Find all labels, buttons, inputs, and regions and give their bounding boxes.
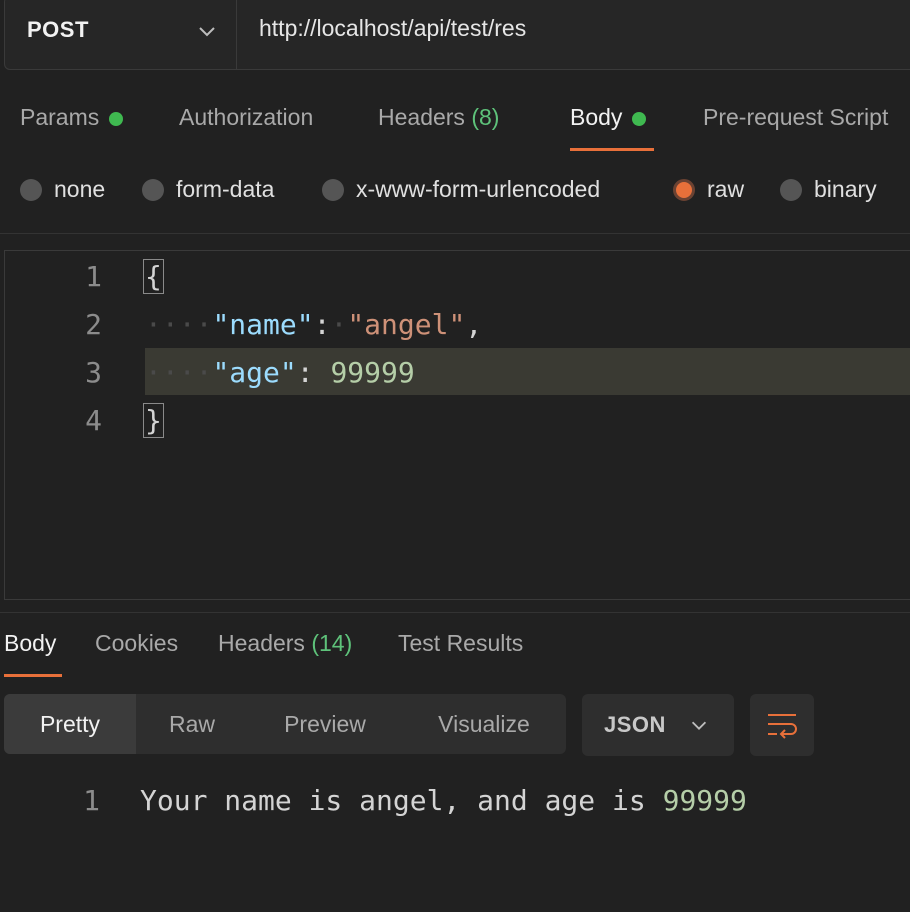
json-colon: : bbox=[313, 308, 331, 341]
format-dropdown[interactable]: JSON bbox=[582, 694, 734, 756]
line-number: 3 bbox=[85, 356, 102, 389]
radio-x-www-form-urlencoded[interactable]: x-www-form-urlencoded bbox=[322, 176, 600, 203]
json-key-name: "name" bbox=[212, 308, 314, 341]
view-mode-selector: Pretty Raw Preview Visualize bbox=[4, 694, 566, 754]
response-body-text: Your name is angel, and age is 99999 bbox=[140, 784, 747, 817]
radio-binary[interactable]: binary bbox=[780, 176, 877, 203]
view-raw-button[interactable]: Raw bbox=[136, 694, 248, 754]
code-line-1: { bbox=[143, 259, 164, 294]
status-dot-icon bbox=[109, 111, 124, 126]
line-number: 4 bbox=[85, 404, 102, 437]
tab-headers[interactable]: Headers (8) bbox=[378, 104, 499, 131]
radio-form-data-label: form-data bbox=[176, 176, 275, 202]
code-line-4: } bbox=[143, 403, 164, 438]
indent-whitespace: ···· bbox=[145, 308, 213, 341]
response-tab-test-results[interactable]: Test Results bbox=[398, 630, 523, 657]
tab-pre-request-script[interactable]: Pre-request Script bbox=[703, 104, 888, 131]
method-selector[interactable]: POST bbox=[5, 0, 237, 69]
radio-none-label: none bbox=[54, 176, 106, 202]
code-editor[interactable] bbox=[4, 250, 910, 600]
radio-form-data[interactable]: form-data bbox=[142, 176, 274, 203]
active-tab-underline bbox=[4, 674, 62, 677]
response-tab-body[interactable]: Body bbox=[4, 630, 56, 657]
response-tab-cookies[interactable]: Cookies bbox=[95, 630, 178, 657]
radio-binary-label: binary bbox=[814, 176, 877, 202]
tab-pre-request-script-label: Pre-request Script bbox=[703, 104, 889, 130]
line-number: 1 bbox=[85, 260, 102, 293]
tab-params[interactable]: Params bbox=[20, 104, 124, 131]
json-key-age: "age" bbox=[212, 356, 297, 389]
tab-body[interactable]: Body bbox=[570, 104, 647, 131]
indent-whitespace: ···· bbox=[145, 356, 213, 389]
response-text: Your name is angel, and age is bbox=[140, 784, 663, 817]
method-label: POST bbox=[27, 17, 89, 42]
status-dot-icon bbox=[632, 111, 647, 126]
view-preview-button[interactable]: Preview bbox=[248, 694, 402, 754]
tab-params-label: Params bbox=[20, 104, 100, 130]
response-tab-headers-label: Headers bbox=[218, 630, 305, 656]
close-brace: } bbox=[143, 403, 164, 438]
view-visualize-button[interactable]: Visualize bbox=[402, 694, 566, 754]
json-value-age: 99999 bbox=[330, 356, 415, 389]
radio-urlencoded-label: x-www-form-urlencoded bbox=[356, 176, 601, 202]
code-line-2: ····"name":·"angel", bbox=[145, 308, 483, 341]
wrap-lines-button[interactable] bbox=[750, 694, 814, 756]
radio-icon bbox=[142, 178, 164, 201]
radio-selected-icon bbox=[673, 178, 695, 201]
radio-raw-label: raw bbox=[707, 176, 745, 202]
response-tab-headers-count: (14) bbox=[311, 630, 353, 656]
url-bar: POST http://localhost/api/test/res bbox=[4, 0, 910, 70]
format-label: JSON bbox=[604, 712, 666, 737]
tab-headers-count: (8) bbox=[471, 104, 500, 130]
code-line-3: ····"age": 99999 bbox=[145, 356, 415, 389]
tab-body-label: Body bbox=[570, 104, 623, 130]
url-input[interactable]: http://localhost/api/test/res bbox=[259, 15, 526, 42]
tab-authorization-label: Authorization bbox=[179, 104, 314, 130]
view-pretty-button[interactable]: Pretty bbox=[4, 694, 136, 754]
tab-authorization[interactable]: Authorization bbox=[179, 104, 313, 131]
section-divider bbox=[0, 233, 910, 234]
radio-icon bbox=[780, 178, 802, 201]
radio-icon bbox=[20, 178, 42, 201]
json-value-name: "angel" bbox=[347, 308, 466, 341]
response-number: 99999 bbox=[662, 784, 747, 817]
radio-none[interactable]: none bbox=[20, 176, 105, 203]
section-divider bbox=[0, 612, 910, 613]
tab-headers-label: Headers bbox=[378, 104, 465, 130]
wrap-lines-icon bbox=[768, 714, 797, 739]
line-number: 2 bbox=[85, 308, 102, 341]
json-comma: , bbox=[465, 308, 483, 341]
response-tab-headers[interactable]: Headers (14) bbox=[218, 630, 352, 657]
chevron-down-icon bbox=[199, 27, 215, 37]
response-line-number: 1 bbox=[83, 784, 100, 817]
json-colon: : bbox=[296, 356, 314, 389]
radio-icon bbox=[322, 178, 344, 201]
open-brace: { bbox=[143, 259, 164, 294]
radio-raw[interactable]: raw bbox=[673, 176, 744, 203]
chevron-down-icon bbox=[691, 721, 707, 730]
active-tab-underline bbox=[570, 148, 654, 151]
